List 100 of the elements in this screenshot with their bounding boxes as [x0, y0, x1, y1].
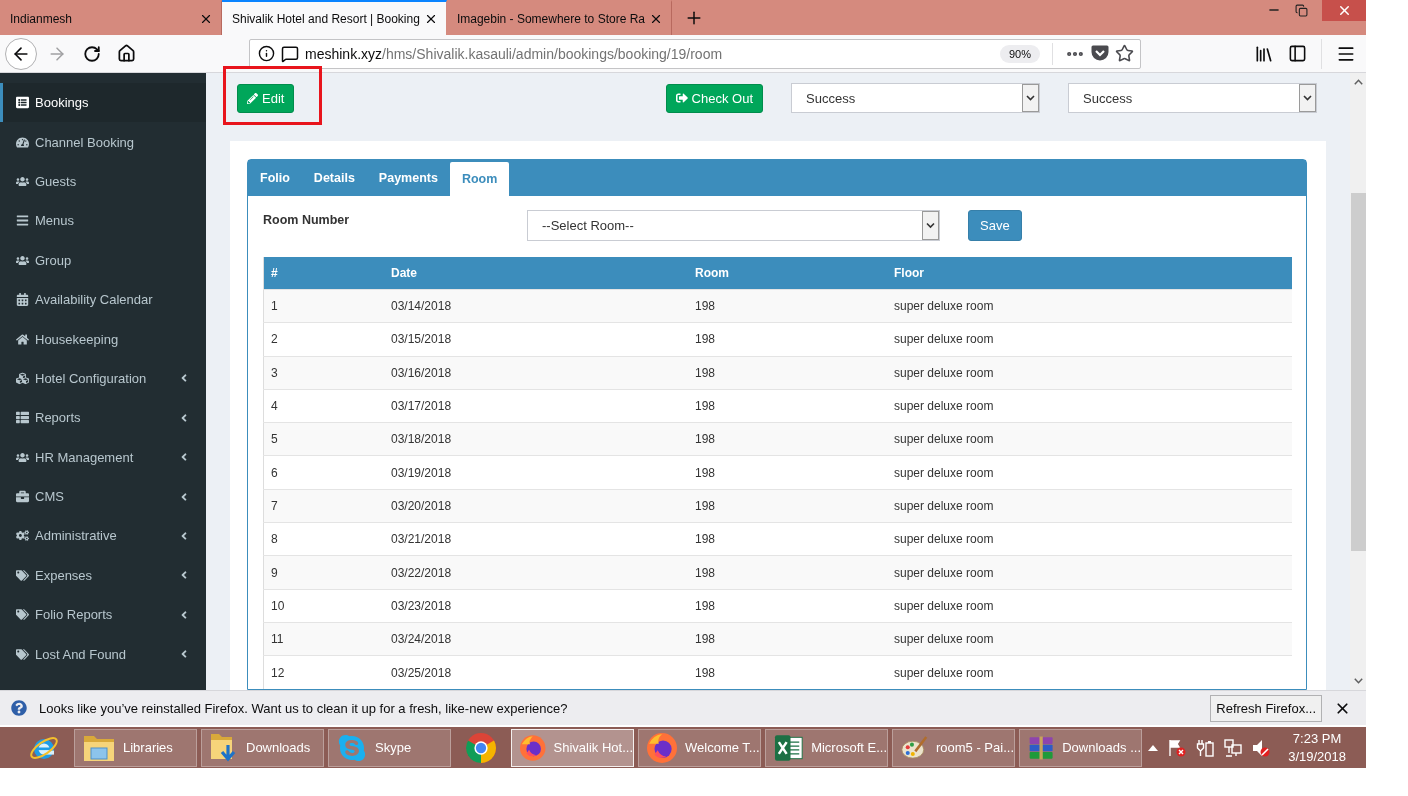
table-cell: 1 [263, 289, 384, 323]
scrollbar[interactable] [1350, 73, 1366, 690]
sidebar-item[interactable]: Folio Reports [0, 595, 206, 635]
url-host: meshink.xyz [305, 45, 383, 62]
table-cell: 198 [688, 489, 887, 523]
home-icon[interactable] [117, 44, 136, 63]
list-icon [16, 411, 29, 425]
chat-logo-icon [337, 732, 367, 763]
field-label: Room Number [263, 213, 350, 227]
sidebar-item[interactable]: Housekeeping [0, 319, 206, 359]
table-cell: 198 [688, 555, 887, 590]
table-cell: 03/17/2018 [384, 389, 688, 423]
table-cell: 03/15/2018 [384, 322, 688, 357]
table-cell: 198 [688, 655, 887, 690]
table-cell: 03/21/2018 [384, 522, 688, 556]
speech-bubble-icon[interactable] [281, 44, 299, 63]
taskbar-button[interactable]: Downloads [201, 728, 324, 767]
sidebar-item[interactable]: Administrative [0, 516, 206, 556]
refresh-button[interactable]: Refresh Firefox... [1210, 694, 1322, 722]
browser-logo-icon [520, 732, 546, 763]
sidebar-icon[interactable] [1288, 44, 1307, 63]
table-cell: super deluxe room [887, 456, 1292, 490]
info-icon[interactable] [258, 45, 275, 62]
sidebar-item[interactable]: Guests [0, 161, 206, 202]
restore-icon[interactable] [1295, 3, 1308, 17]
browser-logo-icon [647, 732, 677, 763]
column-header: Room [688, 257, 887, 290]
save-button[interactable]: Save [968, 210, 1022, 241]
reload-icon[interactable] [83, 44, 101, 63]
taskbar-button[interactable]: Microsoft E... [765, 728, 888, 767]
table-cell: 2 [263, 322, 384, 357]
table-cell: 9 [263, 555, 384, 590]
table-cell: 198 [688, 389, 887, 423]
table-cell: 198 [688, 622, 887, 656]
sidebar-item[interactable]: Hotel Configuration [0, 358, 206, 399]
table-cell: super deluxe room [887, 655, 1292, 690]
sidebar-item[interactable]: Menus [0, 201, 206, 241]
taskbar-clock[interactable]: 7:23 PM 3/19/2018 [1288, 729, 1346, 766]
plug-battery-icon[interactable] [1196, 738, 1215, 757]
table-cell: 03/24/2018 [384, 622, 688, 656]
color-wheel-icon [466, 732, 496, 763]
speaker-muted-icon[interactable] [1252, 738, 1271, 757]
panel-tab[interactable]: Payments [366, 160, 450, 196]
browser-tab[interactable]: Shivalik Hotel and Resort | Booking [222, 0, 447, 35]
calendar-icon [16, 293, 29, 307]
briefcase-icon [16, 490, 29, 504]
sidebar-item[interactable]: Lost And Found [0, 634, 206, 674]
taskbar-button[interactable]: Downloads ... [1019, 728, 1142, 767]
column-header: Date [384, 257, 688, 290]
sidebar-item[interactable]: Channel Booking [0, 122, 206, 162]
status-select[interactable]: Success [791, 83, 1040, 113]
scroll-down-icon[interactable] [1353, 678, 1363, 684]
address-field[interactable]: meshink.xyz/hms/Shivalik.kasauli/admin/bookings/booking/19/room 90% [249, 38, 1141, 69]
caret-up-icon[interactable] [1148, 744, 1159, 751]
table-cell: 03/14/2018 [384, 289, 688, 323]
sidebar-item[interactable]: Bookings [0, 83, 206, 123]
table-cell: 3 [263, 356, 384, 390]
zoom-level[interactable]: 90% [999, 44, 1040, 63]
table-cell: super deluxe room [887, 589, 1292, 623]
sidebar-item[interactable]: Group [0, 240, 206, 280]
table-cell: super deluxe room [887, 389, 1292, 423]
sidebar-item[interactable]: Expenses [0, 555, 206, 596]
spreadsheet-icon [774, 733, 804, 762]
exit-arrow-icon [675, 92, 688, 104]
flag-icon[interactable] [1168, 738, 1187, 757]
users-icon [16, 174, 29, 188]
table-cell: 5 [263, 422, 384, 456]
taskbar-button[interactable]: Welcome T... [638, 728, 761, 767]
table-cell: 6 [263, 456, 384, 490]
table-cell: super deluxe room [887, 356, 1292, 390]
star-icon[interactable] [1115, 44, 1134, 63]
table-cell: 198 [688, 422, 887, 456]
table-cell: 198 [688, 356, 887, 390]
sidebar-item[interactable]: CMS [0, 476, 206, 517]
window-close-button[interactable] [1322, 0, 1366, 21]
taskbar-button[interactable]: Libraries [74, 728, 197, 767]
sidebar-item[interactable]: Availability Calendar [0, 279, 206, 320]
gauge-icon [16, 135, 29, 149]
scroll-up-icon[interactable] [1353, 79, 1363, 85]
panel-tab[interactable]: Folio [248, 160, 302, 196]
shield-chevron-icon[interactable] [1091, 45, 1109, 62]
tags-icon [16, 647, 29, 661]
tags-icon [16, 568, 29, 582]
room-select[interactable]: --Select Room-- [527, 210, 940, 241]
sidebar-item[interactable]: Reports [0, 398, 206, 438]
users-icon [16, 450, 29, 464]
list-icon [16, 96, 29, 110]
panel-tab[interactable]: Details [301, 160, 367, 196]
table-cell: 03/16/2018 [384, 356, 688, 390]
taskbar-button[interactable]: room5 - Pai... [892, 728, 1015, 767]
panel-tab[interactable]: Room [449, 162, 510, 196]
sidebar-item[interactable]: HR Management [0, 437, 206, 477]
network-icon[interactable] [1224, 738, 1243, 757]
table-cell: 198 [688, 522, 887, 556]
status-select[interactable]: Success [1068, 83, 1317, 113]
back-button[interactable] [5, 37, 37, 70]
table-cell: 8 [263, 522, 384, 556]
taskbar-button[interactable]: Skype [328, 728, 451, 767]
column-header: # [263, 257, 384, 290]
scroll-thumb[interactable] [1350, 193, 1366, 551]
